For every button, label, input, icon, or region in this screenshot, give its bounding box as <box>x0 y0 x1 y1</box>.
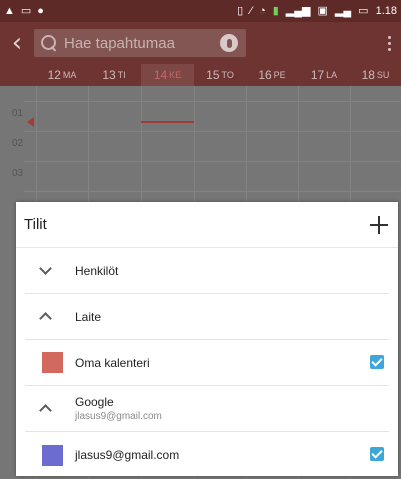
account-group-label: Henkilöt <box>75 263 119 278</box>
calendar-color-swatch[interactable] <box>42 352 63 373</box>
search-input[interactable]: Hae tapahtumaa <box>34 29 246 57</box>
weekday: TO <box>221 70 234 80</box>
account-group-google[interactable]: Google jlasus9@gmail.com <box>25 386 389 432</box>
calendar-item-label: jlasus9@gmail.com <box>75 448 180 462</box>
hour-label: 02 <box>12 138 24 149</box>
sim-icon: ▣ <box>317 4 328 17</box>
wifi-icon: ◔ <box>259 4 266 17</box>
chevron-up-icon[interactable] <box>25 402 75 417</box>
day-column-header[interactable]: 12 MA <box>36 64 88 86</box>
day-column-header[interactable]: 13 TI <box>88 64 140 86</box>
day-column-header[interactable]: 15 TO <box>194 64 246 86</box>
grid-divider <box>24 131 401 132</box>
calendar-visibility-checkbox[interactable] <box>370 447 384 461</box>
plus-icon[interactable] <box>370 215 388 234</box>
week-day-header: 12 MA 13 TI 14 KE 15 TO 16 PE 17 LA 18 SU <box>0 64 401 86</box>
day-column-header[interactable]: 16 PE <box>246 64 298 86</box>
current-time-line <box>141 121 194 123</box>
day-column-header-today[interactable]: 14 KE <box>141 64 194 86</box>
day-number: 18 <box>361 68 375 82</box>
accounts-sheet-title: Tilit <box>24 216 47 233</box>
status-right-icons: ▯ ⁄ ◔ ▮ ▂▄▆ ▣ ▂▄ ▭ 1.18 <box>237 4 397 17</box>
status-bar: ▲ ▭ ● ▯ ⁄ ◔ ▮ ▂▄▆ ▣ ▂▄ ▭ 1.18 <box>0 0 401 22</box>
weekday: KE <box>169 70 182 80</box>
calendar-item-google[interactable]: jlasus9@gmail.com <box>25 432 389 476</box>
day-number: 12 <box>47 68 61 82</box>
day-column-header[interactable]: 17 LA <box>298 64 350 86</box>
status-left-icons: ▲ ▭ ● <box>4 4 44 17</box>
accounts-sheet-header: Tilit <box>16 202 398 248</box>
weekday: SU <box>376 70 390 80</box>
account-group-laite[interactable]: Laite <box>25 294 389 340</box>
warning-icon: ▲ <box>4 4 15 17</box>
battery-saver-icon: ▮ <box>272 4 279 17</box>
day-number: 16 <box>258 68 272 82</box>
day-number: 13 <box>102 68 116 82</box>
cell-signal-2-icon: ▂▄ <box>334 4 352 17</box>
account-email: jlasus9@gmail.com <box>75 411 162 422</box>
account-group-henkilot[interactable]: Henkilöt <box>25 248 389 294</box>
day-number: 17 <box>310 68 325 82</box>
hour-label: 01 <box>12 108 24 119</box>
image-icon: ▭ <box>20 4 32 17</box>
app-toolbar: ‹ Hae tapahtumaa <box>0 22 401 64</box>
chevron-down-icon[interactable] <box>25 262 75 275</box>
grid-divider <box>24 191 401 192</box>
battery-icon: ▭ <box>358 4 369 17</box>
signal-off-icon: ⁄ <box>250 4 253 17</box>
accounts-sheet: Tilit Henkilöt Laite Oma kalenteri Googl… <box>16 202 398 476</box>
weekday: PE <box>273 70 286 80</box>
weekday: MA <box>62 70 77 80</box>
calendar-color-swatch[interactable] <box>42 444 63 466</box>
calendar-item-oma-kalenteri[interactable]: Oma kalenteri <box>25 340 389 386</box>
calendar-visibility-checkbox[interactable] <box>370 355 384 369</box>
chevron-left-icon[interactable]: ‹ <box>0 22 34 64</box>
battery-text: 1.18 <box>375 4 397 17</box>
day-number: 15 <box>206 68 220 82</box>
chevron-up-icon[interactable] <box>25 310 75 325</box>
current-time-marker <box>27 117 34 127</box>
more-vert-icon[interactable] <box>377 22 401 64</box>
search-icon <box>40 34 58 52</box>
account-group-label: Google <box>75 395 114 409</box>
hour-label: 03 <box>12 168 24 179</box>
message-icon: ● <box>37 4 44 17</box>
grid-divider <box>24 101 401 102</box>
calendar-item-label: Oma kalenteri <box>75 355 150 370</box>
microphone-icon[interactable] <box>220 34 238 52</box>
account-group-label: Laite <box>75 309 102 324</box>
search-placeholder: Hae tapahtumaa <box>64 34 175 52</box>
day-number: 14 <box>153 68 168 82</box>
vibrate-icon: ▯ <box>237 4 244 17</box>
day-column-header[interactable]: 18 SU <box>350 64 401 86</box>
weekday: TI <box>117 70 126 80</box>
grid-divider <box>24 161 401 162</box>
weekday: LA <box>326 70 338 80</box>
cell-signal-icon: ▂▄▆ <box>285 4 311 17</box>
